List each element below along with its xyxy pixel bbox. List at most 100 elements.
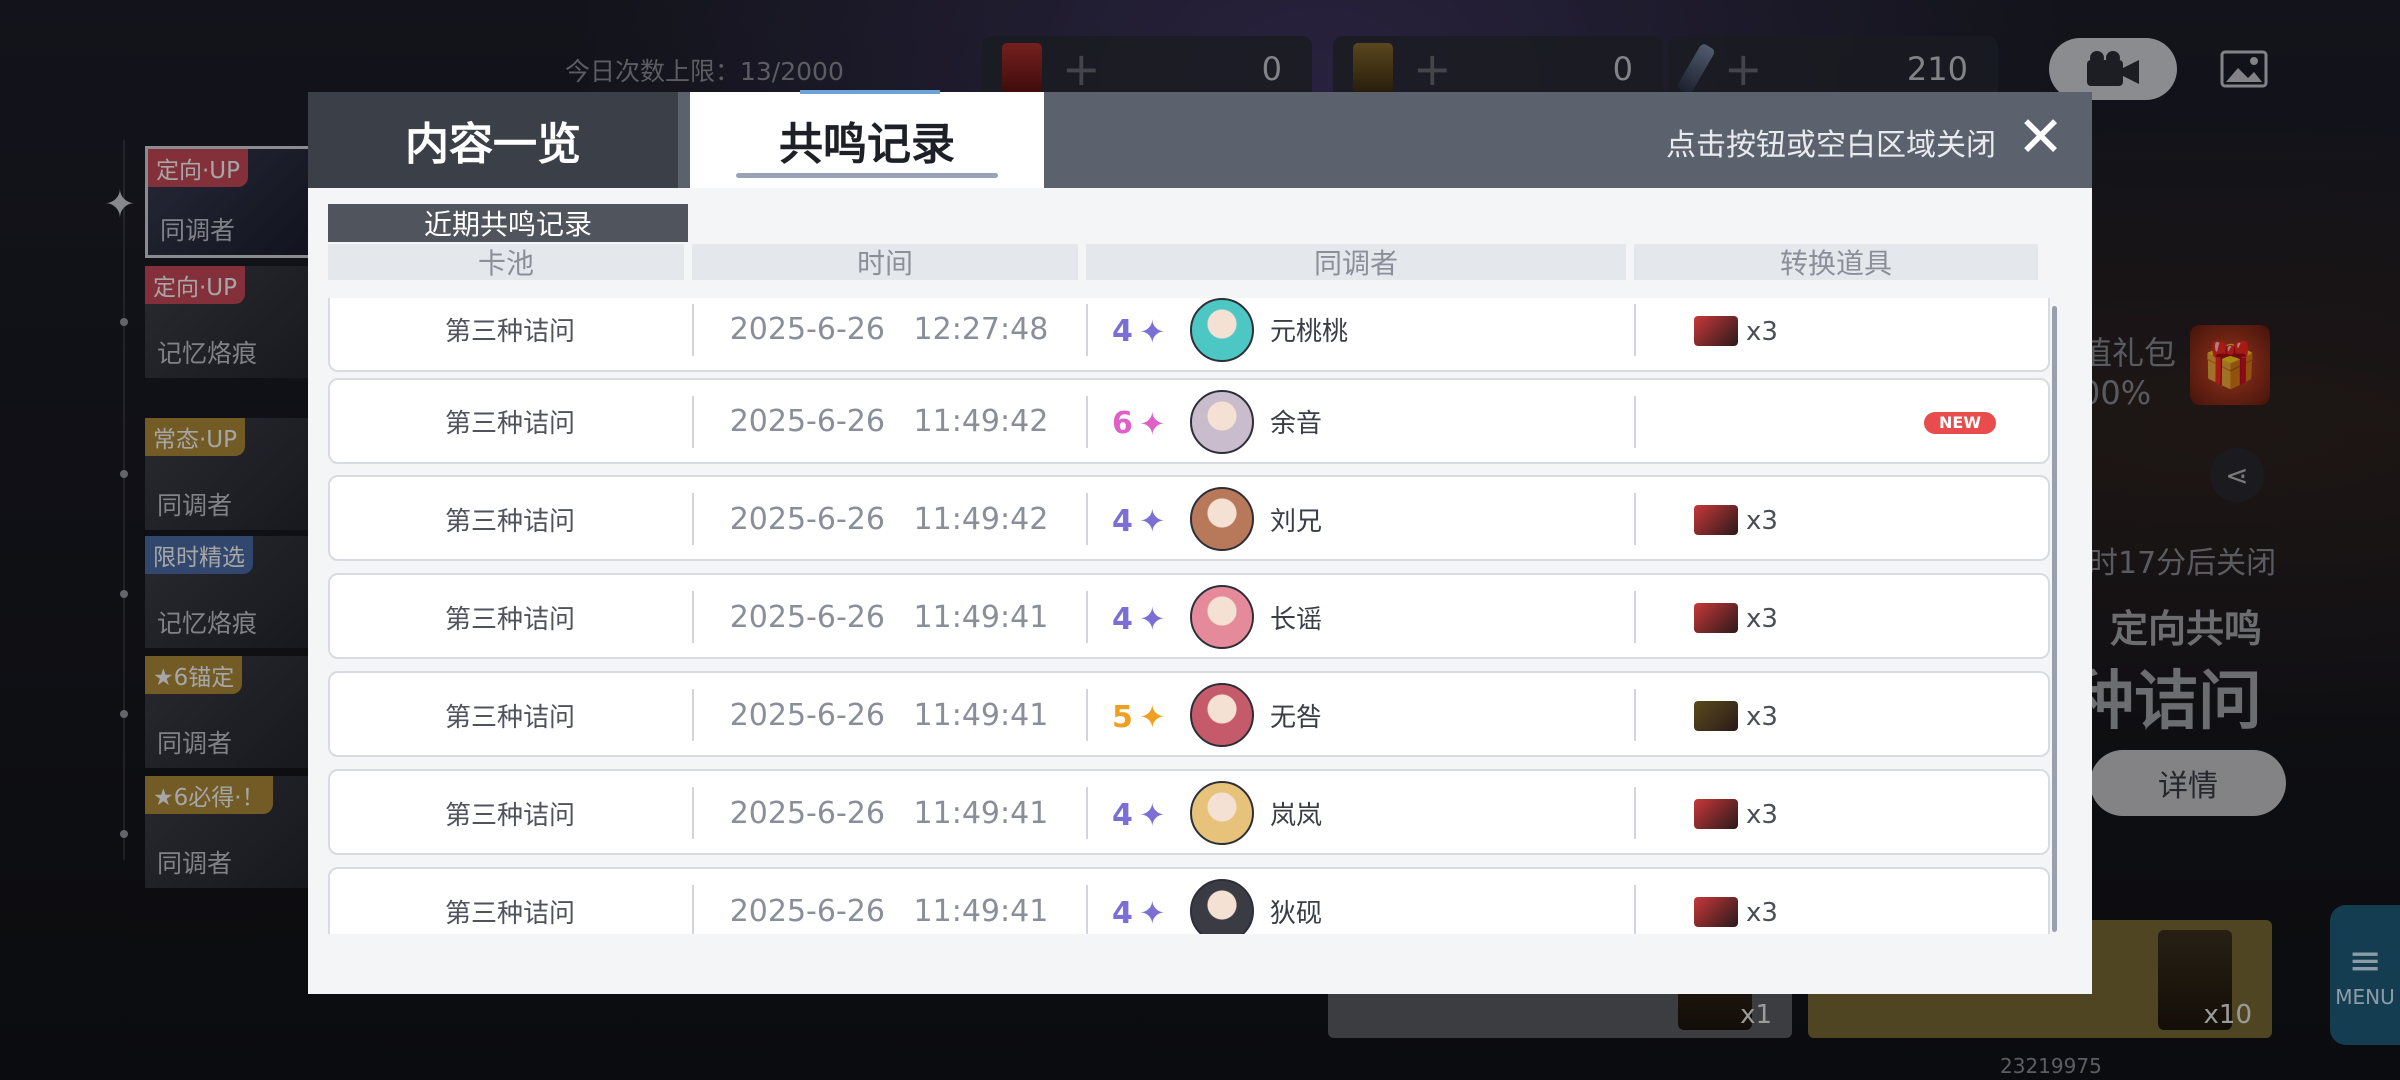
tab-content-overview[interactable]: 内容一览 bbox=[308, 92, 678, 188]
rarity-value: 6 bbox=[1112, 406, 1133, 442]
item-quantity: x3 bbox=[1746, 316, 1778, 347]
cell-time: 2025-6-26 11:49:41 bbox=[729, 893, 1049, 929]
column-divider bbox=[1634, 395, 1636, 448]
cell-pool: 第三种诘问 bbox=[444, 409, 575, 440]
column-divider bbox=[1086, 787, 1088, 840]
cell-pool: 第三种诘问 bbox=[444, 604, 575, 635]
column-divider bbox=[1086, 493, 1088, 546]
rarity-star-icon: ✦ bbox=[1138, 404, 1166, 443]
modal-header: 内容一览 共鸣记录 点击按钮或空白区域关闭 ✕ bbox=[308, 90, 2092, 188]
column-divider bbox=[1634, 591, 1636, 644]
avatar bbox=[1190, 585, 1254, 650]
records-list[interactable]: 第三种诘问 2025-6-26 12:27:48 4 ✦ 元桃桃 x3 第三种诘问 2025-… bbox=[328, 298, 2068, 934]
cell-pool: 第三种诘问 bbox=[444, 702, 575, 733]
column-header-resonator: 同调者 bbox=[1086, 244, 1626, 280]
avatar bbox=[1190, 298, 1254, 362]
cell-time: 2025-6-26 11:49:41 bbox=[729, 599, 1049, 635]
tab-label: 共鸣记录 bbox=[779, 119, 955, 170]
rarity-value: 5 bbox=[1112, 699, 1133, 735]
item-quantity: x3 bbox=[1746, 898, 1778, 929]
table-row: 第三种诘问 2025-6-26 11:49:42 4 ✦ 刘兄 x3 bbox=[328, 475, 2050, 562]
cell-pool: 第三种诘问 bbox=[444, 317, 575, 348]
rarity-value: 4 bbox=[1112, 601, 1133, 637]
table-row: 第三种诘问 2025-6-26 12:27:48 4 ✦ 元桃桃 x3 bbox=[328, 298, 2050, 372]
resonator-name: 刘兄 bbox=[1270, 506, 1323, 537]
gold-card-icon bbox=[1694, 701, 1738, 732]
column-divider bbox=[1634, 303, 1636, 356]
rarity-badge: 4 ✦ bbox=[1112, 312, 1182, 351]
red-card-icon bbox=[1694, 799, 1738, 830]
table-row: 第三种诘问 2025-6-26 11:49:41 4 ✦ 岚岚 x3 bbox=[328, 769, 2050, 856]
avatar bbox=[1190, 487, 1254, 552]
rarity-value: 4 bbox=[1112, 314, 1133, 350]
tab-resonance-records[interactable]: 共鸣记录 bbox=[690, 90, 1044, 188]
records-modal: 内容一览 共鸣记录 点击按钮或空白区域关闭 ✕ 近期共鸣记录 卡池 时间 同调者… bbox=[308, 90, 2092, 994]
item-quantity: x3 bbox=[1746, 702, 1778, 733]
column-header-time: 时间 bbox=[692, 244, 1078, 280]
rarity-badge: 6 ✦ bbox=[1112, 404, 1182, 443]
cell-time: 2025-6-26 12:27:48 bbox=[729, 312, 1049, 348]
avatar bbox=[1190, 389, 1254, 454]
red-card-icon bbox=[1694, 315, 1738, 346]
cell-time: 2025-6-26 11:49:41 bbox=[729, 697, 1049, 733]
avatar bbox=[1190, 879, 1254, 934]
rarity-star-icon: ✦ bbox=[1138, 312, 1166, 351]
rarity-badge: 5 ✦ bbox=[1112, 698, 1182, 737]
rarity-value: 4 bbox=[1112, 797, 1133, 833]
column-divider bbox=[1086, 591, 1088, 644]
rarity-star-icon: ✦ bbox=[1138, 698, 1166, 737]
new-badge: NEW bbox=[1924, 411, 1996, 434]
close-hint: 点击按钮或空白区域关闭 bbox=[1666, 128, 1996, 163]
item-quantity: x3 bbox=[1746, 604, 1778, 635]
column-divider bbox=[1634, 885, 1636, 934]
close-icon[interactable]: ✕ bbox=[2017, 110, 2064, 166]
table-row: 第三种诘问 2025-6-26 11:49:42 6 ✦ 余音 NEW bbox=[328, 377, 2050, 464]
table-header: 卡池 时间 同调者 转换道具 bbox=[328, 244, 2038, 280]
resonator-name: 狄砚 bbox=[1270, 898, 1323, 929]
item-quantity: x3 bbox=[1746, 800, 1778, 831]
avatar bbox=[1190, 781, 1254, 846]
column-divider bbox=[1086, 303, 1088, 356]
tab-underline bbox=[736, 173, 998, 178]
resonator-name: 余音 bbox=[1270, 409, 1323, 440]
rarity-value: 4 bbox=[1112, 895, 1133, 931]
rarity-badge: 4 ✦ bbox=[1112, 502, 1182, 541]
column-divider bbox=[1086, 689, 1088, 742]
resonator-name: 岚岚 bbox=[1270, 800, 1323, 831]
red-card-icon bbox=[1694, 897, 1738, 928]
rarity-star-icon: ✦ bbox=[1138, 894, 1166, 933]
rarity-star-icon: ✦ bbox=[1138, 796, 1166, 835]
column-header-converted-item: 转换道具 bbox=[1634, 244, 2038, 280]
avatar bbox=[1190, 683, 1254, 748]
scrollbar[interactable] bbox=[2052, 306, 2057, 932]
red-card-icon bbox=[1694, 505, 1738, 536]
resonator-name: 长谣 bbox=[1270, 604, 1323, 635]
column-divider bbox=[1634, 787, 1636, 840]
item-quantity: x3 bbox=[1746, 506, 1778, 537]
rarity-value: 4 bbox=[1112, 503, 1133, 539]
tab-active-indicator bbox=[800, 90, 940, 94]
cell-time: 2025-6-26 11:49:42 bbox=[729, 501, 1049, 537]
table-row: 第三种诘问 2025-6-26 11:49:41 4 ✦ 狄砚 x3 bbox=[328, 867, 2050, 934]
column-header-pool: 卡池 bbox=[328, 244, 684, 280]
section-label: 近期共鸣记录 bbox=[328, 204, 688, 242]
rarity-badge: 4 ✦ bbox=[1112, 894, 1182, 933]
cell-pool: 第三种诘问 bbox=[444, 898, 575, 929]
rarity-badge: 4 ✦ bbox=[1112, 796, 1182, 835]
rarity-star-icon: ✦ bbox=[1138, 502, 1166, 541]
cell-time: 2025-6-26 11:49:41 bbox=[729, 795, 1049, 831]
column-divider bbox=[1086, 885, 1088, 934]
column-divider bbox=[1086, 395, 1088, 448]
resonator-name: 无咎 bbox=[1270, 702, 1323, 733]
cell-pool: 第三种诘问 bbox=[444, 506, 575, 537]
rarity-badge: 4 ✦ bbox=[1112, 600, 1182, 639]
column-divider bbox=[1634, 689, 1636, 742]
resonator-name: 元桃桃 bbox=[1270, 317, 1349, 348]
column-divider bbox=[1634, 493, 1636, 546]
rarity-star-icon: ✦ bbox=[1138, 600, 1166, 639]
red-card-icon bbox=[1694, 603, 1738, 634]
table-row: 第三种诘问 2025-6-26 11:49:41 5 ✦ 无咎 x3 bbox=[328, 671, 2050, 758]
table-row: 第三种诘问 2025-6-26 11:49:41 4 ✦ 长谣 x3 bbox=[328, 573, 2050, 660]
cell-time: 2025-6-26 11:49:42 bbox=[729, 404, 1049, 440]
cell-pool: 第三种诘问 bbox=[444, 800, 575, 831]
